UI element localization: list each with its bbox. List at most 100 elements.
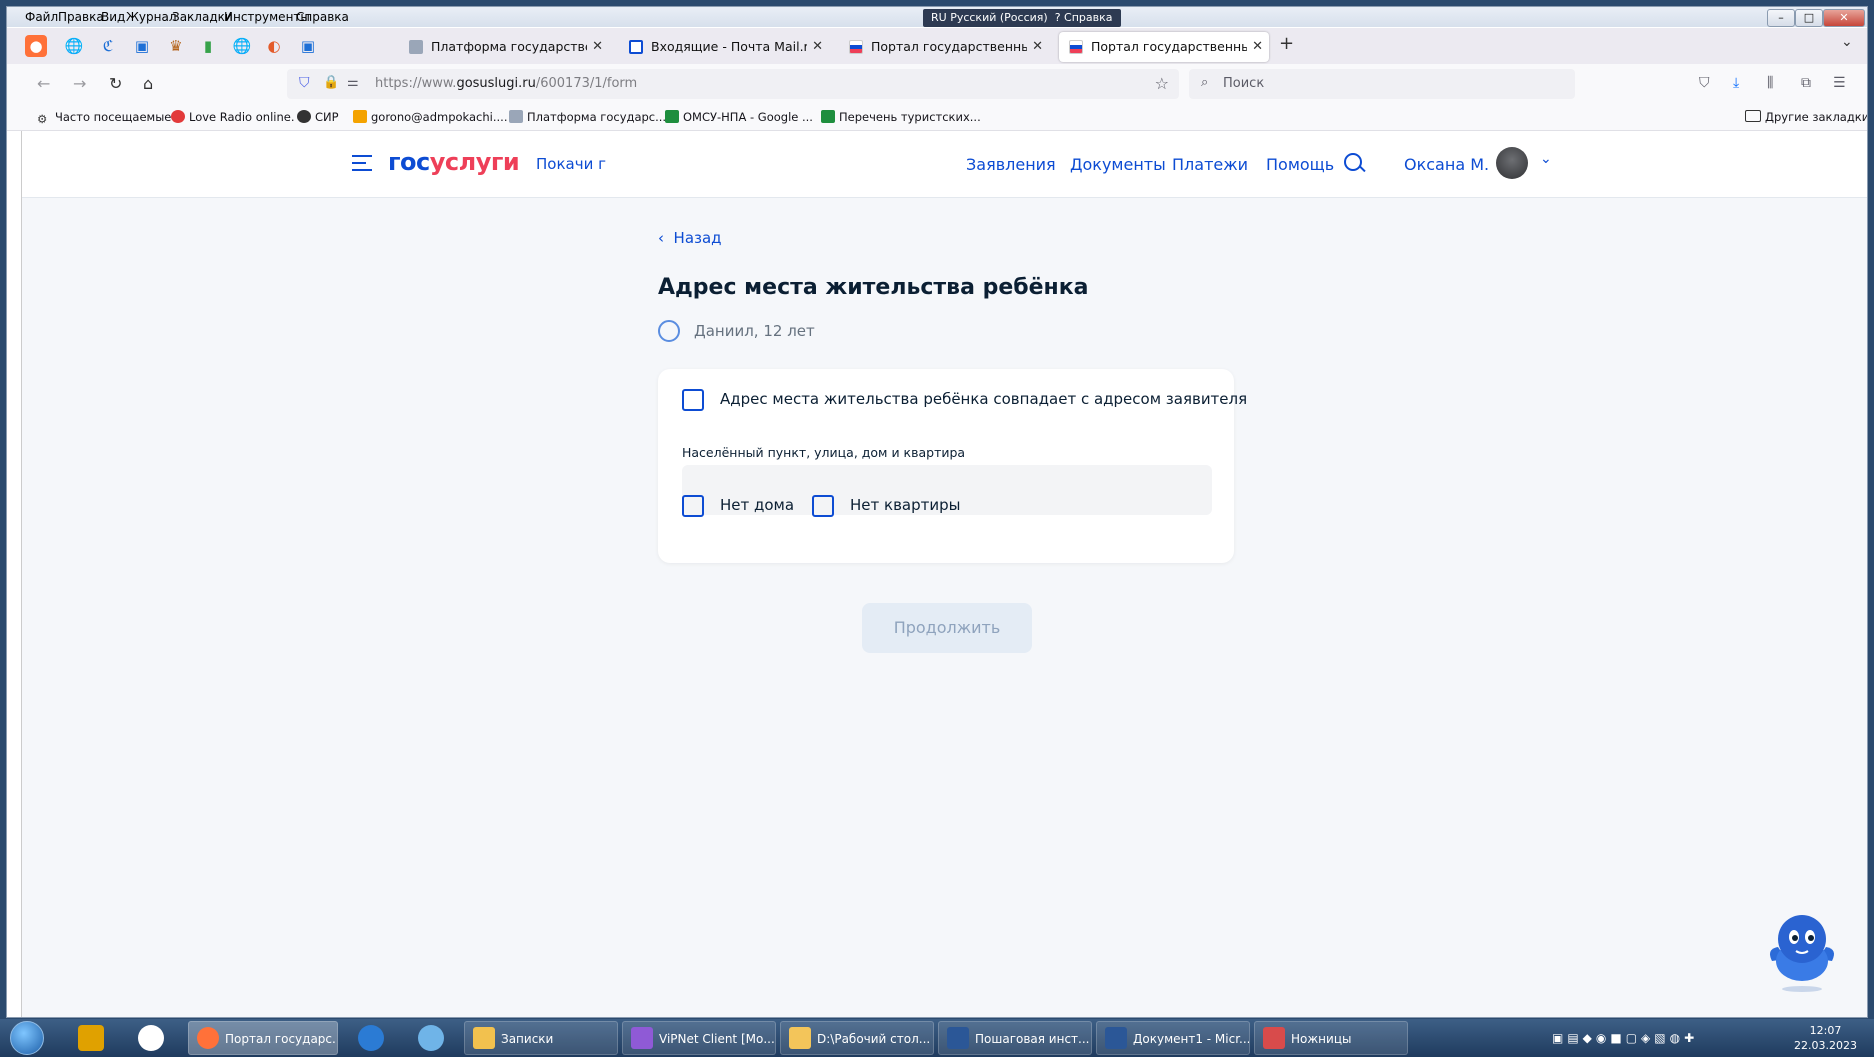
search-icon: ⌕ [1201,75,1209,90]
system-clock[interactable]: 12:07 22.03.2023 [1794,1023,1857,1053]
emblem-icon [509,110,523,123]
browser-window: Файл Правка Вид Журнал Закладки Инструме… [6,6,1868,1018]
bookmark-gorono[interactable]: gorono@admpokachi.... [353,110,508,124]
menu-file[interactable]: Файл [25,10,58,24]
other-bookmarks[interactable]: Другие закладки [1745,110,1867,124]
extensions-icon[interactable]: ⧉ [1801,75,1811,91]
notes-icon [473,1027,495,1049]
menu-help[interactable]: Справка [296,10,349,24]
bookmark-platform[interactable]: Платформа государс... [509,110,666,124]
region-selector[interactable]: Покачи г [536,155,606,173]
taskbar-folder[interactable]: D:\Рабочий стол... [780,1021,934,1055]
menu-history[interactable]: Журнал [126,10,177,24]
chevron-down-icon[interactable]: ⌄ [1540,151,1552,167]
maximize-button[interactable]: □ [1795,9,1823,27]
address-bar[interactable]: ⛉ 🔒 ⚌ https://www.gosuslugi.ru/600173/1/… [287,69,1179,99]
nav-toolbar: ← → ↻ ⌂ ⛉ 🔒 ⚌ https://www.gosuslugi.ru/6… [7,64,1867,104]
star-bookmark-icon[interactable]: ☆ [1155,74,1169,93]
c-app-icon[interactable] [138,1025,164,1051]
nav-help[interactable]: Помощь [1266,155,1334,174]
list-tabs-icon[interactable]: ⌄ [1841,34,1853,50]
tab-gosuslugi-1[interactable]: Портал государственных услу ✕ [839,32,1049,62]
shield-icon[interactable]: ⛉ [299,75,310,91]
cat-app-icon[interactable] [78,1025,104,1051]
bookmark-most-visited[interactable]: ⚙ Часто посещаемые [37,110,171,126]
close-tab-icon[interactable]: ✕ [592,32,603,62]
tab-label: Платформа государственных с [431,39,587,54]
lock-icon[interactable]: 🔒 [323,75,339,90]
nav-payments[interactable]: Платежи [1172,155,1248,174]
gosuslugi-logo[interactable]: госуслуги [388,148,520,176]
minimize-button[interactable]: – [1767,9,1795,27]
avatar[interactable] [1496,147,1528,179]
library-icon[interactable]: ⫼ [1767,75,1773,91]
forward-arrow-icon[interactable]: → [73,74,86,93]
pinned-tab-icon[interactable]: ℭ [97,35,119,57]
heart-icon [171,110,185,123]
tab-label: Входящие - Почта Mail.ru [651,39,807,54]
nav-documents[interactable]: Документы [1070,155,1166,174]
taskbar-vipnet[interactable]: ViPNet Client [Мо... [622,1021,776,1055]
pinned-tab-icon[interactable]: ▣ [297,35,319,57]
bookmark-love-radio[interactable]: Love Radio online. [171,110,294,124]
taskbar-firefox[interactable]: Портал государс... [188,1021,338,1055]
firefox-pinned-icon[interactable]: ● [25,35,47,57]
back-arrow-icon[interactable]: ← [37,74,50,93]
pinned-tab-icon[interactable]: ▮ [197,35,219,57]
home-icon[interactable]: ⌂ [143,74,153,93]
hamburger-menu-icon[interactable] [352,155,372,176]
menu-bar: Файл Правка Вид Журнал Закладки Инструме… [7,7,1867,27]
new-tab-icon[interactable]: + [1279,33,1294,54]
emblem-pinned-icon[interactable]: ♛ [165,35,187,57]
mail-icon [353,110,367,123]
globe-pinned-icon[interactable]: 🌐 [63,35,85,57]
download-icon[interactable]: ⤓ [1733,75,1739,91]
close-window-button[interactable]: ✕ [1823,9,1865,27]
back-link[interactable]: ‹ Назад [658,229,722,247]
tab-gosuslugi-active[interactable]: Портал государственных услу ✕ [1059,32,1269,62]
taskbar-snipping[interactable]: Ножницы [1254,1021,1408,1055]
reload-icon[interactable]: ↻ [109,74,122,93]
same-address-checkbox[interactable] [682,389,704,411]
menu-view[interactable]: Вид [101,10,125,24]
page-content: госуслуги Покачи г Заявления Документы П… [21,131,1867,1017]
no-flat-label[interactable]: Нет квартиры [850,496,960,514]
ie-icon[interactable] [358,1025,384,1051]
bookmark-omsu[interactable]: ОМСУ-НПА - Google ... [665,110,813,124]
site-header: госуслуги Покачи г Заявления Документы П… [22,131,1867,198]
nav-applications[interactable]: Заявления [966,155,1056,174]
language-bar[interactable]: RU Русский (Россия) ? Справка [923,9,1121,27]
start-button[interactable] [10,1021,44,1055]
no-flat-checkbox[interactable] [812,495,834,517]
close-tab-icon[interactable]: ✕ [1032,32,1043,62]
menu-icon[interactable]: ☰ [1833,75,1846,91]
globe-pinned-icon[interactable]: 🌐 [231,35,253,57]
permissions-icon[interactable]: ⚌ [347,75,359,90]
tab-mail[interactable]: Входящие - Почта Mail.ru ✕ [619,32,829,62]
tab-platform[interactable]: Платформа государственных с ✕ [399,32,609,62]
menu-edit[interactable]: Правка [58,10,104,24]
user-name[interactable]: Оксана М. [1404,155,1489,174]
taskbar-word-2[interactable]: Документ1 - Micr... [1096,1021,1250,1055]
pinned-tab-icon[interactable]: ◐ [263,35,285,57]
pinned-tab-icon[interactable]: ▣ [131,35,153,57]
bookmark-sir[interactable]: СИР [297,110,339,124]
search-placeholder: Поиск [1223,76,1265,91]
search-icon[interactable] [1344,153,1362,171]
taskbar-word-1[interactable]: Пошаговая инст... [938,1021,1092,1055]
close-tab-icon[interactable]: ✕ [1252,32,1263,62]
robot-assistant-icon[interactable] [1764,909,1840,993]
system-tray[interactable]: ▣▤◆◉■▢◈▧◍✚ [1552,1031,1698,1045]
taskbar-notes[interactable]: Записки [464,1021,618,1055]
sheets-icon [665,110,679,123]
messenger-icon[interactable] [418,1025,444,1051]
pocket-icon[interactable]: ⛉ [1699,75,1710,91]
url-text: https://www.gosuslugi.ru/600173/1/form [375,76,638,91]
close-tab-icon[interactable]: ✕ [812,32,823,62]
bookmark-tourist[interactable]: Перечень туристских... [821,110,981,124]
same-address-label[interactable]: Адрес места жительства ребёнка совпадает… [720,390,1247,408]
no-house-checkbox[interactable] [682,495,704,517]
search-bar[interactable]: ⌕ Поиск [1189,69,1575,99]
no-house-label[interactable]: Нет дома [720,496,794,514]
continue-button[interactable]: Продолжить [862,603,1032,653]
